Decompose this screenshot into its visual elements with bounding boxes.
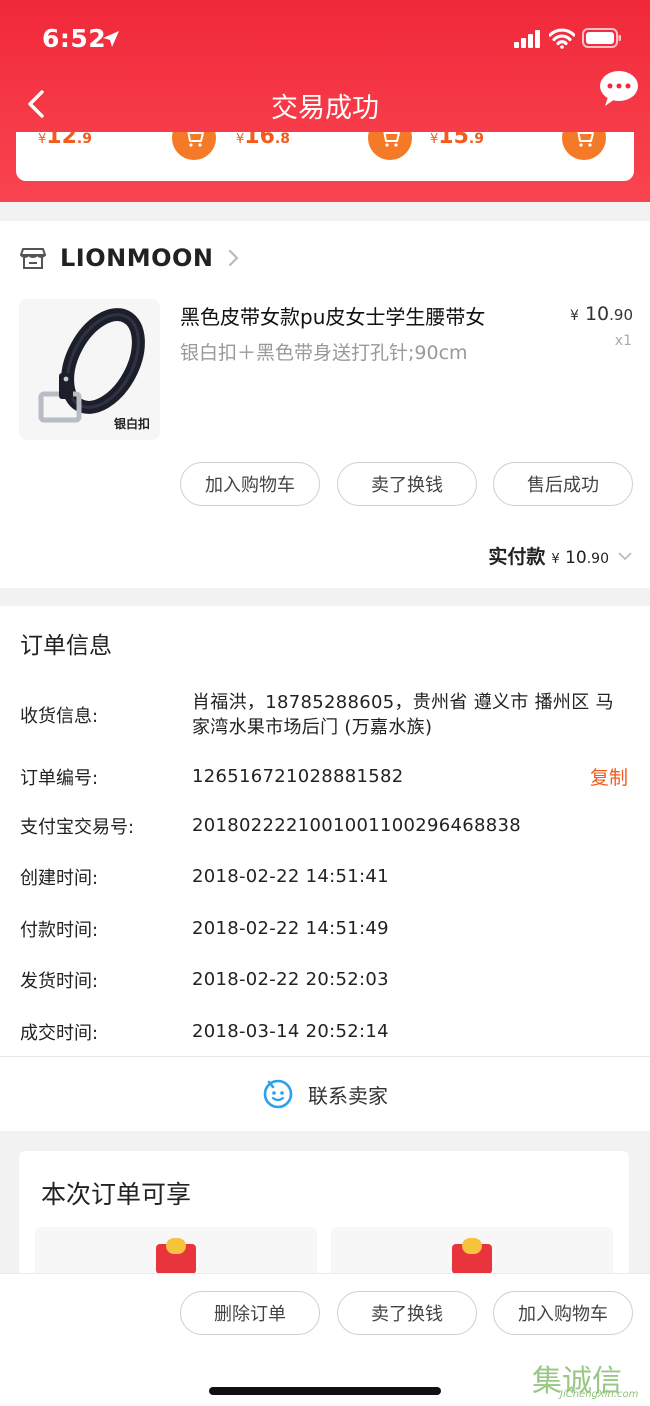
info-value: 2018-02-22 20:52:03 <box>192 969 389 990</box>
page-title: 交易成功 <box>271 93 379 124</box>
chevron-down-icon <box>618 552 632 561</box>
cart-icon <box>577 132 594 147</box>
info-value: 126516721028881582 <box>192 766 404 787</box>
info-value: 2018-02-22 14:51:49 <box>192 918 389 939</box>
after-sales-button[interactable]: 售后成功 <box>493 462 633 506</box>
header: 6:52 交易成功 ¥12.9 ¥16.8 ¥15.9 <box>0 0 650 202</box>
order-item-card: LIONMOON 银白扣 黑色皮带女款pu皮女士学生腰带女 银白扣＋黑色带身送打… <box>0 221 650 588</box>
copy-button[interactable]: 复制 <box>590 763 628 790</box>
shop-name: LIONMOON <box>60 244 214 272</box>
info-label: 创建时间: <box>20 868 99 889</box>
product-price: ¥ 10.90 <box>569 303 633 325</box>
recommend-price: ¥16.8 <box>236 132 290 149</box>
info-value: 2018022221001001100296468838 <box>192 815 522 836</box>
recommend-item[interactable]: ¥15.9 <box>430 132 620 164</box>
resell-button[interactable]: 卖了换钱 <box>337 1291 477 1335</box>
recommendation-strip: ¥12.9 ¥16.8 ¥15.9 <box>16 132 634 181</box>
payment-label: 实付款 <box>488 546 546 568</box>
info-label: 发货时间: <box>20 971 99 992</box>
add-to-cart-button[interactable]: 加入购物车 <box>493 1291 633 1335</box>
contact-seller-label: 联系卖家 <box>308 1083 388 1108</box>
nav-bar: 交易成功 <box>0 71 650 130</box>
info-label: 收货信息: <box>20 706 99 727</box>
chat-bubble-icon[interactable] <box>598 68 640 110</box>
recommend-price: ¥15.9 <box>430 132 484 149</box>
shop-header[interactable]: LIONMOON <box>20 243 241 273</box>
order-info-title: 订单信息 <box>20 633 112 659</box>
location-arrow-icon <box>103 31 119 47</box>
recommend-item[interactable]: ¥12.9 <box>38 132 218 164</box>
info-value: 2018-02-22 14:51:41 <box>192 866 389 887</box>
actual-payment[interactable]: 实付款 ¥ 10.90 <box>488 542 633 569</box>
add-to-cart-button[interactable]: 加入购物车 <box>180 462 320 506</box>
benefits-title: 本次订单可享 <box>41 1180 192 1209</box>
red-envelope-icon <box>452 1238 492 1274</box>
product-quantity: x1 <box>614 333 632 349</box>
info-value: 2018-03-14 20:52:14 <box>192 1021 389 1042</box>
cart-icon <box>187 132 204 147</box>
recommend-item[interactable]: ¥16.8 <box>236 132 416 164</box>
product-image[interactable]: 银白扣 <box>19 299 160 440</box>
image-tag: 银白扣 <box>113 417 150 431</box>
home-indicator[interactable] <box>209 1387 441 1395</box>
battery-icon <box>582 28 621 48</box>
watermark-url: JiChengXin.com <box>560 1389 639 1400</box>
delete-order-button[interactable]: 删除订单 <box>180 1291 320 1335</box>
info-label: 成交时间: <box>20 1023 99 1044</box>
store-icon <box>20 248 46 269</box>
order-info-card: 订单信息 收货信息: 肖福洪，18785288605，贵州省 遵义市 播州区 马… <box>0 606 650 1131</box>
info-label: 付款时间: <box>20 920 99 941</box>
status-bar: 6:52 <box>0 0 650 80</box>
order-benefits-card: 本次订单可享 <box>19 1151 629 1287</box>
resell-button[interactable]: 卖了换钱 <box>337 462 477 506</box>
product-title[interactable]: 黑色皮带女款pu皮女士学生腰带女 <box>180 301 540 330</box>
add-to-cart-button[interactable] <box>172 132 216 160</box>
cellular-signal-icon <box>514 30 540 48</box>
cart-icon <box>383 132 400 147</box>
add-to-cart-button[interactable] <box>562 132 606 160</box>
info-value: 肖福洪，18785288605，贵州省 遵义市 播州区 马家湾水果市场后门 (万… <box>192 692 614 738</box>
wifi-icon <box>549 28 575 49</box>
status-time: 6:52 <box>42 24 107 53</box>
red-envelope-icon <box>156 1238 196 1274</box>
info-label: 支付宝交易号: <box>20 817 135 838</box>
watermark-logo: 集诚信 JiChengXin.com <box>532 1356 650 1406</box>
customer-service-icon <box>263 1079 293 1109</box>
product-sku: 银白扣＋黑色带身送打孔针;90cm <box>180 342 468 364</box>
contact-seller-button[interactable]: 联系卖家 <box>0 1057 650 1131</box>
add-to-cart-button[interactable] <box>368 132 412 160</box>
payment-amount: ¥ 10.90 <box>551 548 609 568</box>
info-label: 订单编号: <box>20 768 99 789</box>
recommend-price: ¥12.9 <box>38 132 92 149</box>
chevron-right-icon <box>229 249 240 267</box>
